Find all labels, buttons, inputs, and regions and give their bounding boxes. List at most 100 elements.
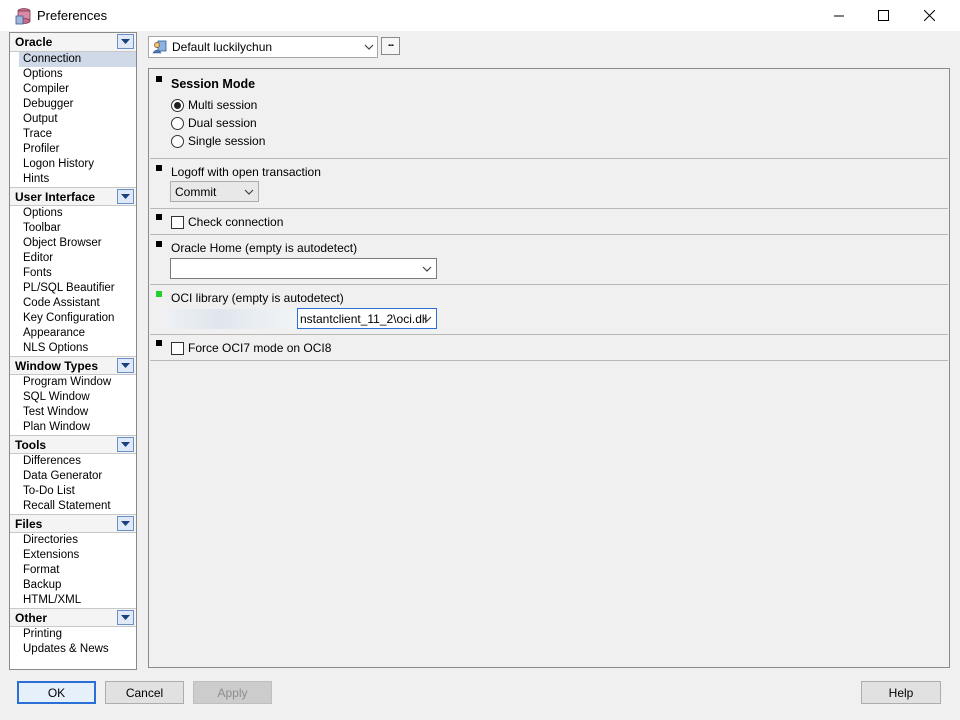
- sidebar-item[interactable]: Hints: [10, 172, 136, 187]
- chevron-down-icon: [364, 44, 374, 50]
- sidebar-item[interactable]: Profiler: [10, 142, 136, 157]
- radio-label: Multi session: [188, 98, 258, 112]
- sidebar-item[interactable]: Updates & News: [10, 642, 136, 657]
- changed-marker: [156, 291, 162, 297]
- check-connection-group: Check connection: [150, 209, 948, 235]
- sidebar-category-label: Other: [15, 611, 48, 625]
- sidebar-item[interactable]: HTML/XML: [10, 593, 136, 608]
- minimize-button[interactable]: [816, 0, 862, 31]
- logoff-value: Commit: [175, 185, 217, 199]
- sidebar-item[interactable]: Trace: [10, 127, 136, 142]
- apply-button[interactable]: Apply: [193, 681, 272, 704]
- sidebar-item[interactable]: Key Configuration: [10, 311, 136, 326]
- oci-library-value: nstantclient_11_2\oci.dll: [300, 312, 428, 326]
- close-button[interactable]: [906, 0, 952, 31]
- chevron-down-icon: [422, 316, 432, 322]
- redacted-path-blur: [164, 309, 300, 329]
- maximize-button[interactable]: [860, 0, 906, 31]
- force-oci7-group: Force OCI7 mode on OCI8: [150, 335, 948, 361]
- caret-down-icon: [121, 38, 130, 44]
- profile-select[interactable]: Default luckilychun: [148, 36, 378, 58]
- sidebar-item[interactable]: Program Window: [10, 375, 136, 390]
- oracle-home-select[interactable]: [170, 258, 437, 279]
- collapse-button[interactable]: [117, 516, 134, 531]
- sidebar-item[interactable]: Code Assistant: [10, 296, 136, 311]
- sidebar-category-label: Files: [15, 517, 43, 531]
- setting-marker: [156, 241, 162, 247]
- sidebar-category-header[interactable]: Window Types: [10, 356, 136, 375]
- maximize-icon: [877, 10, 889, 21]
- sidebar-item[interactable]: Object Browser: [10, 236, 136, 251]
- sidebar-category-label: Tools: [15, 438, 47, 452]
- radio-button[interactable]: [171, 116, 184, 130]
- sidebar-item[interactable]: Recall Statement: [10, 499, 136, 514]
- sidebar-item[interactable]: Debugger: [10, 97, 136, 112]
- collapse-button[interactable]: [117, 610, 134, 625]
- force-oci7-checkbox[interactable]: Force OCI7 mode on OCI8: [171, 340, 331, 356]
- sidebar-item[interactable]: Appearance: [10, 326, 136, 341]
- radio-button[interactable]: [171, 98, 184, 112]
- sidebar-item[interactable]: Directories: [10, 533, 136, 548]
- sidebar-category-header[interactable]: Files: [10, 514, 136, 533]
- sidebar-item[interactable]: Data Generator: [10, 469, 136, 484]
- radio-button[interactable]: [171, 134, 184, 148]
- check-connection-checkbox[interactable]: Check connection: [171, 214, 283, 230]
- logoff-select[interactable]: Commit: [170, 181, 259, 202]
- sidebar-item[interactable]: Fonts: [10, 266, 136, 281]
- profile-value: Default luckilychun: [172, 40, 273, 54]
- sidebar-item[interactable]: Extensions: [10, 548, 136, 563]
- radio-label: Dual session: [188, 116, 257, 130]
- collapse-button[interactable]: [117, 437, 134, 452]
- radio-multi-session[interactable]: Multi session: [171, 97, 257, 113]
- ok-button[interactable]: OK: [17, 681, 96, 704]
- connection-settings-panel: Session Mode Multi session Dual session …: [148, 68, 950, 668]
- caret-down-icon: [121, 614, 130, 620]
- sidebar-item[interactable]: To-Do List: [10, 484, 136, 499]
- checkbox[interactable]: [171, 215, 184, 229]
- oci-library-select[interactable]: nstantclient_11_2\oci.dll: [297, 308, 437, 329]
- sidebar-item[interactable]: Differences: [10, 454, 136, 469]
- cancel-button[interactable]: Cancel: [105, 681, 184, 704]
- sidebar-category-header[interactable]: Other: [10, 608, 136, 627]
- caret-down-icon: [121, 441, 130, 447]
- help-button[interactable]: Help: [861, 681, 941, 704]
- sidebar-item[interactable]: Options: [10, 67, 136, 82]
- sidebar-item[interactable]: Plan Window: [10, 420, 136, 435]
- oci-library-group: OCI library (empty is autodetect) nstant…: [150, 285, 948, 335]
- window-title: Preferences: [37, 8, 108, 23]
- collapse-button[interactable]: [117, 358, 134, 373]
- sidebar-item[interactable]: Printing: [10, 627, 136, 642]
- sidebar-item[interactable]: Compiler: [10, 82, 136, 97]
- sidebar-item-list: Differences Data Generator To-Do List Recal…: [10, 454, 136, 514]
- sidebar-item[interactable]: Editor: [10, 251, 136, 266]
- sidebar-category-label: User Interface: [15, 190, 96, 204]
- chevron-down-icon: [422, 266, 432, 272]
- close-icon: [923, 10, 935, 21]
- sidebar-item-list: Connection Options Compiler Debugger Output T…: [10, 52, 136, 187]
- sidebar-item[interactable]: SQL Window: [10, 390, 136, 405]
- sidebar-category-header[interactable]: Tools: [10, 435, 136, 454]
- sidebar-item[interactable]: Output: [10, 112, 136, 127]
- sidebar-item-list: Printing Updates & News: [10, 627, 136, 657]
- sidebar-category-header[interactable]: Oracle: [10, 33, 136, 52]
- sidebar-item[interactable]: NLS Options: [10, 341, 136, 356]
- sidebar-item[interactable]: Connection: [19, 52, 136, 67]
- sidebar-item[interactable]: Toolbar: [10, 221, 136, 236]
- sidebar-item[interactable]: Backup: [10, 578, 136, 593]
- sidebar-item[interactable]: Logon History: [10, 157, 136, 172]
- sidebar-category-header[interactable]: User Interface: [10, 187, 136, 206]
- radio-single-session[interactable]: Single session: [171, 133, 265, 149]
- sidebar-item[interactable]: PL/SQL Beautifier: [10, 281, 136, 296]
- radio-dual-session[interactable]: Dual session: [171, 115, 257, 131]
- chevron-down-icon: [244, 189, 254, 195]
- collapse-button[interactable]: [117, 34, 134, 49]
- sidebar-item[interactable]: Options: [10, 206, 136, 221]
- sidebar-item[interactable]: Format: [10, 563, 136, 578]
- collapse-button[interactable]: [117, 189, 134, 204]
- checkbox-label: Check connection: [188, 215, 284, 229]
- user-profile-icon: [152, 40, 167, 54]
- checkbox[interactable]: [171, 341, 184, 355]
- sidebar-item[interactable]: Test Window: [10, 405, 136, 420]
- profile-more-button[interactable]: ...: [381, 37, 400, 55]
- radio-selected-dot: [174, 101, 181, 109]
